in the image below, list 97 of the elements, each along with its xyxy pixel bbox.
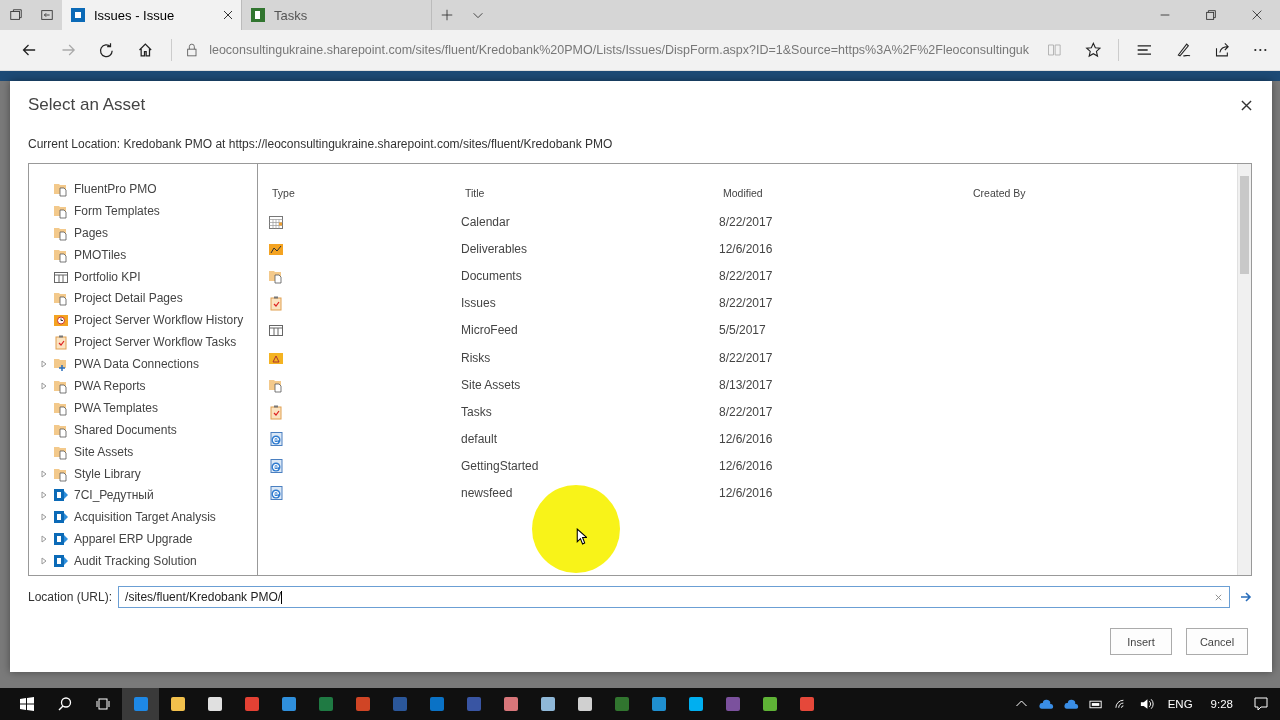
date-cell-text: 12/6/2016 bbox=[719, 241, 774, 256]
tree-item[interactable]: Site Assets bbox=[74, 444, 134, 459]
history-icon bbox=[53, 312, 69, 329]
tree-item[interactable]: Portfolio KPI bbox=[74, 269, 141, 284]
restore-icon[interactable] bbox=[1204, 8, 1218, 22]
column-header[interactable]: Modified bbox=[719, 187, 969, 199]
close-icon[interactable] bbox=[1241, 99, 1252, 111]
web-page-icon bbox=[268, 458, 284, 475]
tree-item[interactable]: PMOTiles bbox=[74, 247, 127, 262]
clipboard-icon bbox=[268, 403, 284, 420]
tree-item[interactable]: Apparel ERP Upgrade bbox=[74, 532, 193, 547]
tree-item[interactable]: PWA Data Connections bbox=[74, 357, 199, 372]
date-cell-text: 5/5/2017 bbox=[719, 323, 767, 338]
location-label: Location (URL): bbox=[28, 590, 113, 604]
column-header[interactable]: Title bbox=[461, 187, 719, 199]
tree-item[interactable]: Form Templates bbox=[74, 203, 160, 218]
date-cell-text: 12/6/2016 bbox=[719, 486, 774, 501]
location-field[interactable]: /sites/fluent/Kredobank PMO/ bbox=[118, 586, 1230, 608]
web-page-icon bbox=[268, 485, 284, 502]
date-cell-text: 8/22/2017 bbox=[719, 268, 774, 283]
tree-item[interactable]: Pages bbox=[74, 225, 109, 240]
title-cell[interactable]: Issues bbox=[461, 296, 719, 311]
list-icon bbox=[268, 322, 284, 339]
site-icon bbox=[53, 487, 69, 504]
date-cell-text: 8/22/2017 bbox=[719, 214, 774, 229]
title-cell[interactable]: MicroFeed bbox=[461, 323, 719, 338]
insert-button[interactable]: Insert bbox=[1110, 628, 1172, 655]
lock-icon bbox=[185, 42, 198, 58]
search-icon[interactable] bbox=[57, 696, 73, 712]
clear-icon[interactable] bbox=[1214, 592, 1223, 602]
web-page-icon bbox=[268, 431, 284, 448]
expand-icon[interactable] bbox=[41, 469, 47, 478]
clipboard-icon bbox=[268, 295, 284, 312]
task-view-icon[interactable] bbox=[95, 696, 111, 712]
tree-item[interactable]: FluentPro PMO bbox=[74, 181, 157, 196]
site-tile-icon bbox=[70, 7, 86, 23]
site-icon bbox=[53, 509, 69, 526]
tree-item[interactable]: 7CI_Редутный bbox=[74, 488, 154, 503]
date-cell-text: 12/6/2016 bbox=[719, 432, 774, 447]
title-cell[interactable]: Risks bbox=[461, 350, 719, 365]
expand-icon[interactable] bbox=[41, 381, 47, 390]
cloud-icon[interactable] bbox=[1063, 698, 1079, 710]
current-location: Current Location: Kredobank PMO at https://leoconsultingukraine.sharepoint.com/sites/fluent/Kredobank PMO bbox=[28, 137, 614, 151]
title-cell[interactable]: newsfeed bbox=[461, 486, 719, 501]
tree-item[interactable]: Style Library bbox=[74, 466, 141, 481]
date-cell-text: 12/6/2016 bbox=[719, 459, 774, 474]
date-cell-text: 8/13/2017 bbox=[719, 377, 774, 392]
site-icon bbox=[53, 553, 69, 570]
tree-item[interactable]: Project Detail Pages bbox=[74, 291, 183, 306]
star-icon[interactable] bbox=[1084, 40, 1102, 60]
refresh-icon[interactable] bbox=[98, 40, 115, 60]
expand-icon[interactable] bbox=[41, 491, 47, 500]
tree-item[interactable]: Shared Documents bbox=[74, 422, 177, 437]
title-cell[interactable]: Deliverables bbox=[461, 241, 719, 256]
title-cell[interactable]: Calendar bbox=[461, 214, 719, 229]
tree-item[interactable]: Project Server Workflow History bbox=[74, 313, 244, 328]
tree-item[interactable]: Audit Tracking Solution bbox=[74, 554, 197, 569]
clock[interactable]: 9:28 bbox=[1210, 698, 1233, 710]
tree-item[interactable]: PWA Reports bbox=[74, 378, 146, 393]
data-folder-icon bbox=[53, 356, 69, 373]
date-cell-text: 8/22/2017 bbox=[719, 296, 774, 311]
tree-item[interactable]: PWA Templates bbox=[74, 400, 159, 415]
expand-icon[interactable] bbox=[41, 360, 47, 369]
expand-icon[interactable] bbox=[41, 535, 47, 544]
title-cell[interactable]: Documents bbox=[461, 268, 719, 283]
close-icon[interactable] bbox=[1250, 8, 1264, 22]
column-header[interactable]: Type bbox=[268, 187, 461, 199]
column-header[interactable]: Created By bbox=[969, 187, 1237, 199]
arrow-right-icon[interactable] bbox=[1240, 592, 1252, 602]
title-cell[interactable]: Site Assets bbox=[461, 377, 719, 392]
close-icon[interactable] bbox=[223, 10, 233, 20]
cloud-icon[interactable] bbox=[1038, 698, 1054, 710]
date-cell-text: 8/22/2017 bbox=[719, 350, 774, 365]
expand-icon[interactable] bbox=[41, 557, 47, 566]
cancel-button[interactable]: Cancel bbox=[1186, 628, 1248, 655]
tabs-icon[interactable] bbox=[9, 8, 23, 22]
pointer-icon bbox=[576, 528, 587, 545]
notifications-icon[interactable] bbox=[1253, 696, 1269, 712]
project-tile-icon bbox=[250, 7, 266, 23]
title-cell[interactable]: Tasks bbox=[461, 404, 719, 419]
expand-icon[interactable] bbox=[41, 513, 47, 522]
back-tab-icon[interactable] bbox=[40, 8, 54, 22]
tree-item[interactable]: Acquisition Target Analysis bbox=[74, 510, 216, 525]
site-icon bbox=[53, 531, 69, 548]
scrollbar[interactable] bbox=[1237, 164, 1251, 575]
browser-tab[interactable]: Issues - Issue bbox=[62, 0, 242, 30]
clipboard-icon bbox=[53, 334, 69, 351]
title-cell[interactable]: GettingStarted bbox=[461, 459, 719, 474]
dialog-title: Select an Asset bbox=[28, 95, 147, 115]
calendar-icon bbox=[268, 213, 284, 230]
date-cell-text: 8/22/2017 bbox=[719, 404, 774, 419]
title-cell[interactable]: default bbox=[461, 432, 719, 447]
windows-icon[interactable] bbox=[19, 696, 35, 712]
volume-icon[interactable] bbox=[1138, 698, 1154, 710]
battery-icon[interactable] bbox=[1088, 698, 1104, 710]
language-indicator[interactable]: ENG bbox=[1167, 698, 1193, 710]
tree-item[interactable]: Project Server Workflow Tasks bbox=[74, 335, 237, 350]
